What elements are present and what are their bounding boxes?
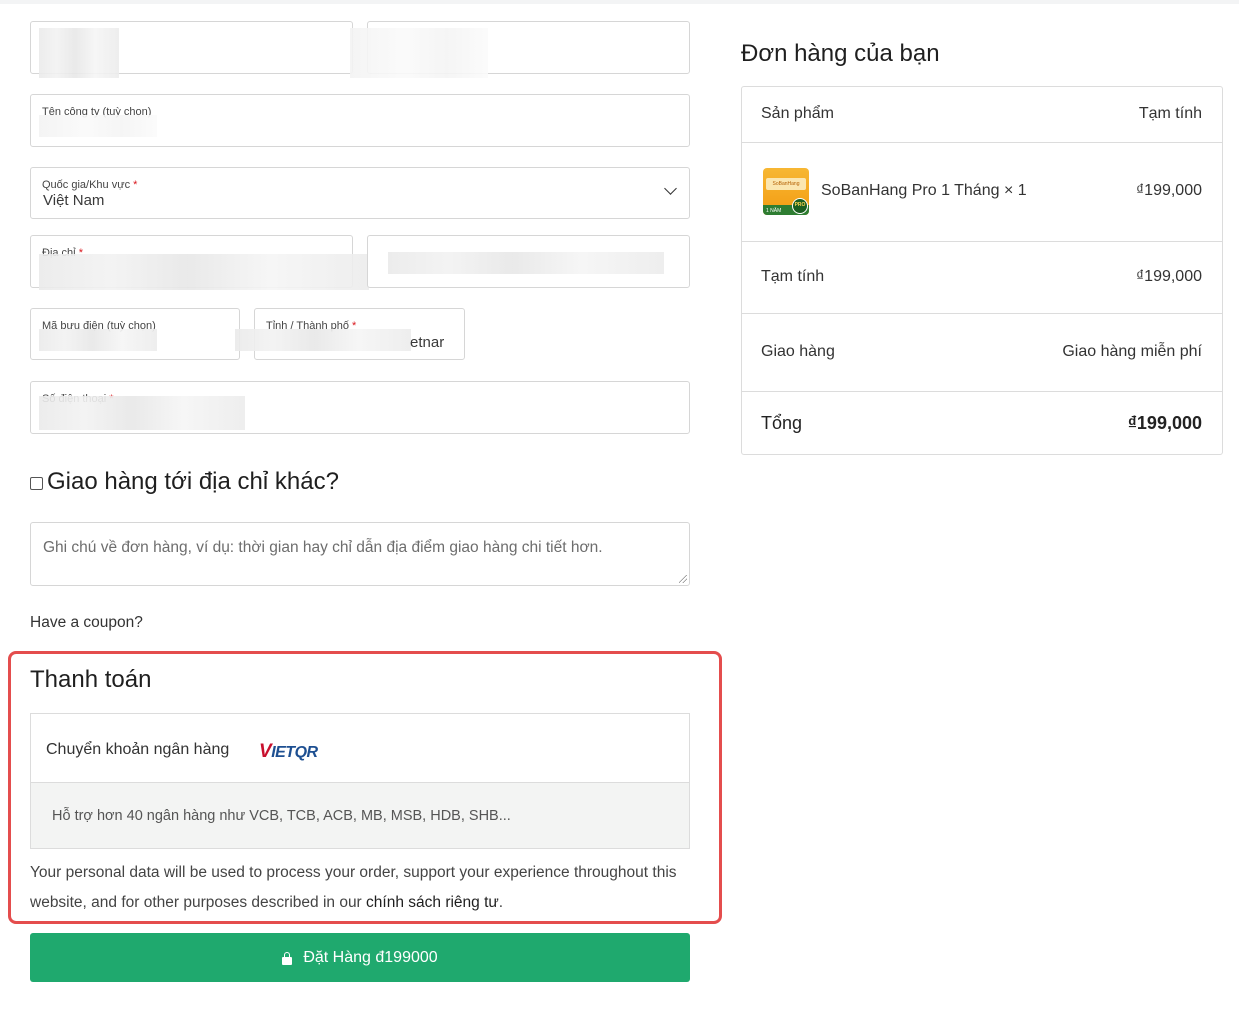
vietqr-logo: VIETQR [259, 741, 318, 762]
privacy-policy-link[interactable]: chính sách riêng tư [366, 894, 499, 911]
ship-to-different-checkbox[interactable] [30, 477, 43, 490]
first-name-field[interactable] [30, 21, 353, 78]
product-thumbnail: SoBanHang 1 NĂM PRO [763, 168, 809, 215]
address-line2-field[interactable] [367, 235, 690, 288]
subtotal-value: ₫199,000 [1135, 268, 1202, 285]
resize-handle-icon[interactable] [679, 575, 687, 583]
table-row-total: Tổng ₫199,000 [742, 392, 1222, 454]
redacted-value [39, 329, 157, 351]
payment-method-label[interactable]: Chuyển khoản ngân hàng [46, 741, 229, 759]
last-name-field[interactable] [350, 21, 690, 78]
order-notes-textarea[interactable]: Ghi chú về đơn hàng, ví dụ: thời gian ha… [30, 522, 690, 586]
table-row-product: SoBanHang 1 NĂM PRO SoBanHang Pro 1 Thán… [742, 143, 1222, 242]
country-label: Quốc gia/Khu vực [42, 179, 131, 191]
order-notes-placeholder: Ghi chú về đơn hàng, ví dụ: thời gian ha… [43, 539, 603, 556]
table-row-shipping: Giao hàng Giao hàng miễn phí [742, 314, 1222, 392]
redacted-value [39, 28, 119, 78]
ship-to-different-label[interactable]: Giao hàng tới địa chỉ khác? [47, 468, 339, 496]
order-summary-table: Sản phẩm Tạm tính SoBanHang 1 NĂM PRO So… [741, 86, 1223, 455]
payment-description-text: Hỗ trợ hơn 40 ngân hàng như VCB, TCB, AC… [52, 808, 511, 824]
company-field[interactable]: Tên công ty (tuỳ chọn) [30, 94, 690, 147]
redacted-value [350, 28, 488, 78]
header-subtotal: Tạm tính [1138, 105, 1202, 122]
redacted-value [388, 252, 664, 274]
payment-method-description: Hỗ trợ hơn 40 ngân hàng như VCB, TCB, AC… [30, 782, 690, 849]
address-field[interactable]: Địa chỉ * [30, 235, 369, 290]
city-value: etnar [410, 334, 445, 351]
required-mark: * [133, 179, 138, 191]
privacy-end: . [498, 894, 504, 911]
total-value: ₫199,000 [1127, 413, 1202, 433]
product-name: SoBanHang Pro 1 Tháng [821, 182, 1000, 199]
table-row-subtotal: Tạm tính ₫199,000 [742, 242, 1222, 314]
shipping-label: Giao hàng [761, 343, 835, 360]
postcode-field[interactable]: Mã bưu điện (tuỳ chọn) [30, 308, 240, 360]
payment-method-bank-transfer[interactable]: Chuyển khoản ngân hàng VIETQR [30, 713, 690, 782]
product-thumb-years: 1 NĂM [766, 208, 782, 214]
total-label: Tổng [761, 413, 803, 433]
product-price: ₫199,000 [1135, 182, 1202, 199]
product-qty: × 1 [1003, 182, 1027, 199]
product-thumb-badge: PRO [792, 198, 808, 214]
ship-to-different-toggle[interactable]: Giao hàng tới địa chỉ khác? [30, 468, 339, 496]
phone-field[interactable]: Số điện thoại * [30, 381, 690, 434]
redacted-value [235, 329, 411, 351]
chevron-down-icon[interactable] [664, 182, 677, 195]
coupon-link[interactable]: Have a coupon? [30, 614, 143, 632]
country-select[interactable]: Quốc gia/Khu vực * Việt Nam [30, 167, 690, 219]
city-field[interactable]: Tỉnh / Thành phố * etnar [235, 308, 465, 360]
redacted-value [39, 254, 369, 290]
product-thumb-brand: SoBanHang [766, 178, 806, 190]
redacted-value [39, 115, 157, 137]
country-value: Việt Nam [43, 192, 105, 209]
shipping-value: Giao hàng miễn phí [1062, 343, 1202, 360]
subtotal-label: Tạm tính [761, 268, 825, 285]
redacted-value [39, 396, 245, 430]
privacy-notice: Your personal data will be used to proce… [30, 858, 710, 918]
order-summary-title: Đơn hàng của bạn [741, 40, 940, 67]
top-divider [0, 0, 1239, 4]
table-header-row: Sản phẩm Tạm tính [742, 87, 1222, 143]
place-order-label: Đặt Hàng đ199000 [303, 948, 438, 966]
place-order-button[interactable]: Đặt Hàng đ199000 [30, 933, 690, 982]
payment-title: Thanh toán [30, 666, 152, 693]
header-product: Sản phẩm [761, 105, 834, 122]
lock-icon [282, 952, 293, 965]
privacy-text: Your personal data will be used to proce… [30, 864, 677, 911]
